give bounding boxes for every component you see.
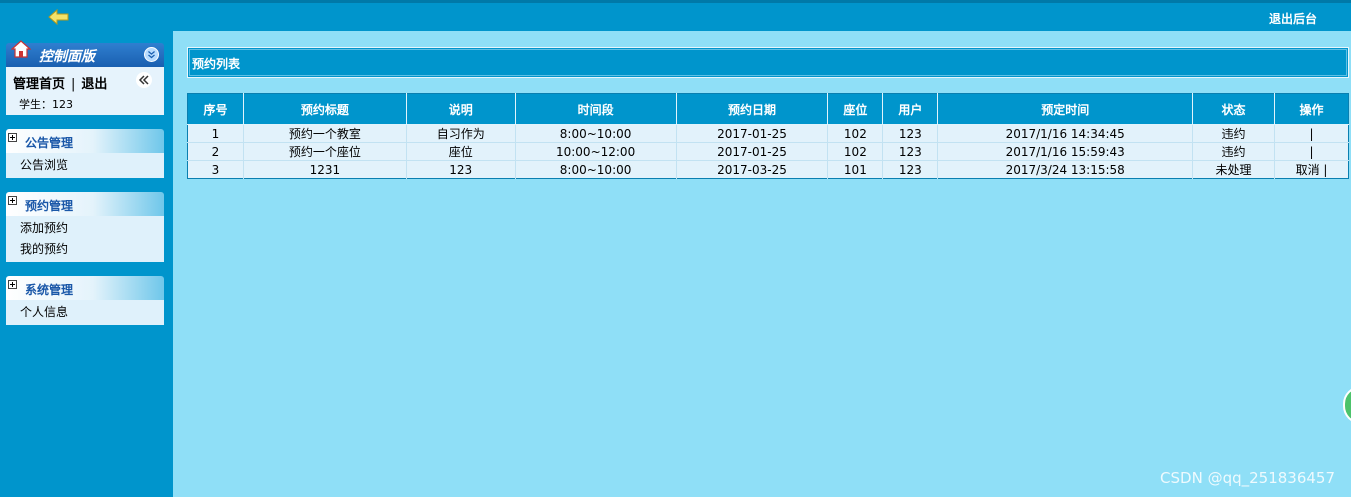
cell-user: 123 — [882, 160, 938, 179]
column-header: 时间段 — [514, 93, 677, 125]
menu-group-announcements: 公告管理 公告浏览 — [6, 129, 164, 178]
cell-title: 预约一个教室 — [242, 124, 407, 143]
cell-date: 2017-01-25 — [675, 142, 828, 161]
control-panel-title: 控制面版 — [39, 49, 95, 65]
menu-item-add-reservation[interactable]: 添加预约 — [20, 218, 164, 239]
top-bar: 退出后台 — [0, 0, 1351, 31]
cell-booked-time: 2017/1/16 15:59:43 — [937, 142, 1193, 161]
menu-items: 个人信息 — [6, 300, 164, 325]
table-row: 1 预约一个教室 自习作为 8:00~10:00 2017-01-25 102 … — [187, 124, 1349, 143]
menu-item-personal-info[interactable]: 个人信息 — [20, 302, 164, 323]
cell-seat: 102 — [827, 142, 883, 161]
watermark: CSDN @qq_251836457 — [1160, 469, 1335, 487]
cell-title: 1231 — [242, 160, 407, 179]
cell-index: 3 — [187, 160, 244, 179]
cell-description: 123 — [405, 160, 516, 179]
cell-date: 2017-03-25 — [675, 160, 828, 179]
cell-index: 1 — [187, 124, 244, 143]
cell-time-slot: 8:00~10:00 — [514, 124, 677, 143]
cell-description: 自习作为 — [405, 124, 516, 143]
cell-time-slot: 8:00~10:00 — [514, 160, 677, 179]
cell-description: 座位 — [405, 142, 516, 161]
student-label: 学生：123 — [19, 98, 73, 111]
column-header: 预约日期 — [675, 93, 828, 125]
list-title: 预约列表 — [192, 57, 241, 71]
column-header: 座位 — [827, 93, 883, 125]
menu-title: 公告管理 — [25, 136, 74, 150]
cell-index: 2 — [187, 142, 244, 161]
control-panel-header: 控制面版 — [6, 40, 164, 67]
column-header: 说明 — [405, 93, 516, 125]
table-row: 2 预约一个座位 座位 10:00~12:00 2017-01-25 102 1… — [187, 142, 1349, 161]
cell-status: 违约 — [1192, 142, 1275, 161]
list-title-bar: 预约列表 — [187, 47, 1349, 78]
cell-actions[interactable]: | — [1273, 142, 1349, 161]
column-header: 操作 — [1273, 93, 1349, 125]
menu-items: 公告浏览 — [6, 153, 164, 178]
cell-status: 违约 — [1192, 124, 1275, 143]
cell-date: 2017-01-25 — [675, 124, 828, 143]
menu-group-reservations: 预约管理 添加预约 我的预约 — [6, 192, 164, 262]
column-header: 预约标题 — [242, 93, 407, 125]
cell-seat: 102 — [827, 124, 883, 143]
column-header: 状态 — [1192, 93, 1275, 125]
expand-plus-icon[interactable] — [8, 133, 17, 142]
back-arrow-icon[interactable] — [48, 9, 70, 25]
chevron-down-icon[interactable] — [144, 47, 159, 62]
cell-booked-time: 2017/1/16 14:34:45 — [937, 124, 1193, 143]
cell-seat: 101 — [827, 160, 883, 179]
menu-group-system: 系统管理 个人信息 — [6, 276, 164, 325]
cell-status: 未处理 — [1192, 160, 1275, 179]
panel-links: 管理首页 | 退出 — [13, 73, 107, 92]
exit-link[interactable]: 退出 — [81, 77, 107, 92]
main-content: 预约列表 序号 预约标题 说明 时间段 预约日期 座位 用户 预定时间 状态 操… — [173, 31, 1351, 497]
expand-plus-icon[interactable] — [8, 196, 17, 205]
menu-title: 系统管理 — [25, 283, 74, 297]
logout-link[interactable]: 退出后台 — [1269, 10, 1317, 27]
cell-title: 预约一个座位 — [242, 142, 407, 161]
cell-time-slot: 10:00~12:00 — [514, 142, 677, 161]
cell-user: 123 — [882, 142, 938, 161]
cell-booked-time: 2017/3/24 13:15:58 — [937, 160, 1193, 179]
double-chevron-left-icon[interactable] — [136, 72, 152, 88]
column-header: 预定时间 — [937, 93, 1193, 125]
expand-plus-icon[interactable] — [8, 280, 17, 289]
column-header: 序号 — [187, 93, 244, 125]
menu-title: 预约管理 — [25, 199, 74, 213]
reservation-table: 序号 预约标题 说明 时间段 预约日期 座位 用户 预定时间 状态 操作 1 预… — [187, 93, 1349, 179]
menu-head-reservations[interactable]: 预约管理 — [6, 192, 164, 216]
table-header-row: 序号 预约标题 说明 时间段 预约日期 座位 用户 预定时间 状态 操作 — [187, 93, 1349, 125]
menu-head-announcements[interactable]: 公告管理 — [6, 129, 164, 153]
sidebar: 控制面版 管理首页 | 退出 学生：123 公告管理 公告浏览 预约管理 添加预约 — [0, 31, 173, 497]
menu-item-my-reservations[interactable]: 我的预约 — [20, 239, 164, 260]
cell-actions[interactable]: 取消 | — [1273, 160, 1349, 179]
admin-home-link[interactable]: 管理首页 — [13, 77, 65, 92]
control-panel-body: 管理首页 | 退出 学生：123 — [6, 67, 164, 115]
home-icon — [11, 40, 31, 58]
cell-actions[interactable]: | — [1273, 124, 1349, 143]
menu-items: 添加预约 我的预约 — [6, 216, 164, 262]
column-header: 用户 — [882, 93, 938, 125]
menu-head-system[interactable]: 系统管理 — [6, 276, 164, 300]
table-row: 3 1231 123 8:00~10:00 2017-03-25 101 123… — [187, 160, 1349, 179]
link-separator: | — [71, 77, 76, 92]
cell-user: 123 — [882, 124, 938, 143]
menu-item-browse-announcements[interactable]: 公告浏览 — [20, 155, 164, 176]
